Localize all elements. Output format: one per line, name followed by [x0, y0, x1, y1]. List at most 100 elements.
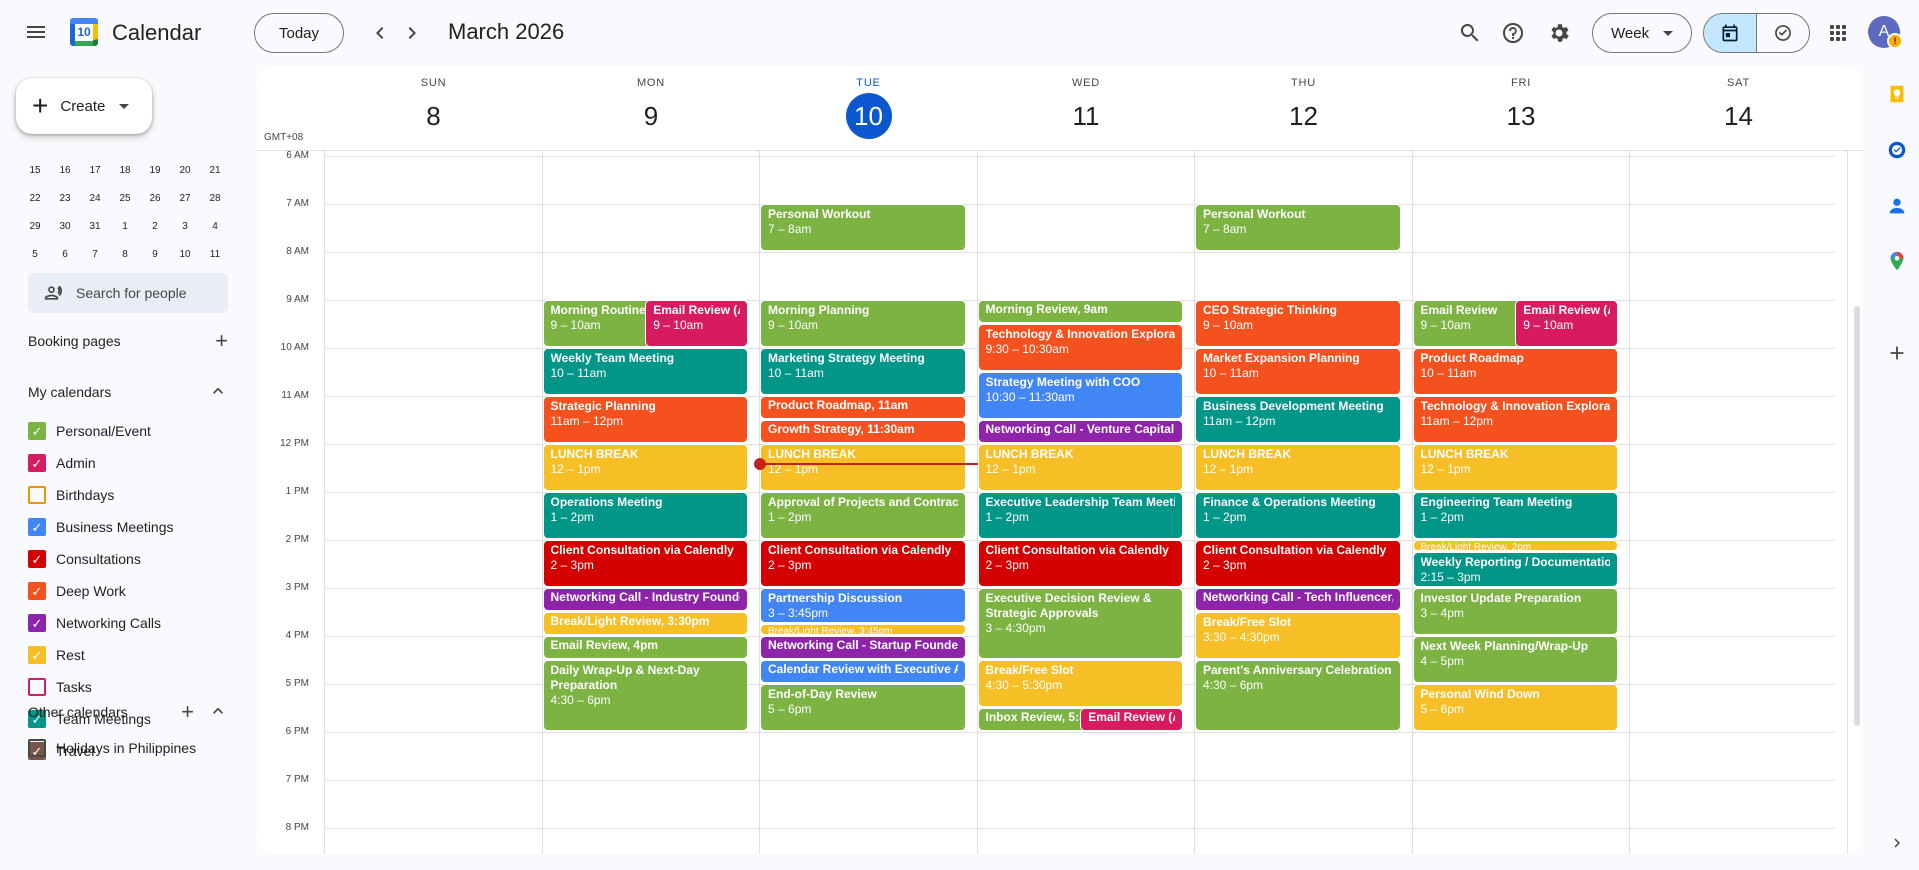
- calendar-event[interactable]: LUNCH BREAK 12 – 1pm: [977, 443, 1183, 491]
- mini-calendar-day[interactable]: 22: [20, 193, 50, 204]
- today-button[interactable]: Today: [254, 13, 344, 53]
- checkbox-icon[interactable]: [28, 678, 46, 696]
- chevron-up-icon[interactable]: [208, 381, 228, 404]
- calendar-item[interactable]: ✓ Business Meetings: [28, 515, 174, 539]
- day-number[interactable]: 13: [1498, 93, 1544, 139]
- calendar-event[interactable]: Personal Wind Down 5 – 6pm: [1412, 683, 1618, 731]
- day-number[interactable]: 10: [845, 93, 892, 139]
- expand-icon[interactable]: [1885, 831, 1909, 855]
- mini-calendar-day[interactable]: 28: [200, 193, 230, 204]
- day-header-tue[interactable]: TUE 10: [760, 66, 977, 150]
- checkbox-checked-icon[interactable]: ✓: [28, 422, 46, 440]
- mini-calendar-day[interactable]: 31: [80, 221, 110, 232]
- mini-calendar-day[interactable]: 9: [140, 249, 170, 260]
- calendar-event[interactable]: Partnership Discussion 3 – 3:45pm: [760, 587, 966, 623]
- menu-icon[interactable]: [16, 12, 56, 52]
- calendar-event[interactable]: LUNCH BREAK 12 – 1pm: [760, 443, 966, 491]
- mini-calendar-day[interactable]: 30: [50, 221, 80, 232]
- calendar-event[interactable]: Networking Call - Venture Capital G: [977, 419, 1183, 443]
- calendar-event[interactable]: CEO Strategic Thinking 9 – 10am: [1195, 299, 1401, 347]
- calendar-event[interactable]: Client Consultation via Calendly 2 – 3pm: [1195, 539, 1401, 587]
- checkbox-checked-icon[interactable]: ✓: [28, 518, 46, 536]
- calendar-event[interactable]: Email Review (Ad9 – 10am: [645, 299, 748, 347]
- day-header-mon[interactable]: MON 9: [543, 66, 760, 150]
- calendar-item[interactable]: Holidays in Philippines: [28, 736, 196, 760]
- calendar-event[interactable]: Break/Light Review, 3:45pm: [760, 623, 966, 635]
- mini-calendar-day[interactable]: 20: [170, 165, 200, 176]
- calendar-event[interactable]: Product Roadmap 10 – 11am: [1412, 347, 1618, 395]
- my-calendars-section[interactable]: My calendars: [28, 380, 228, 404]
- day-header-wed[interactable]: WED 11: [978, 66, 1195, 150]
- calendar-event[interactable]: Daily Wrap-Up & Next-Day Preparation 4:30…: [542, 659, 748, 731]
- calendar-event[interactable]: LUNCH BREAK 12 – 1pm: [1195, 443, 1401, 491]
- calendar-event[interactable]: Technology & Innovation Exploratio 9:30 –…: [977, 323, 1183, 371]
- checkbox-checked-icon[interactable]: ✓: [28, 550, 46, 568]
- people-search-input[interactable]: Search for people: [28, 273, 228, 313]
- mini-calendar-day[interactable]: 24: [80, 193, 110, 204]
- calendar-item[interactable]: ✓ Consultations: [28, 547, 141, 571]
- day-number[interactable]: 12: [1281, 93, 1327, 139]
- calendar-event[interactable]: Email Review (Ad: [1080, 707, 1183, 731]
- day-header-fri[interactable]: FRI 13: [1413, 66, 1630, 150]
- calendar-event[interactable]: Morning Planning 9 – 10am: [760, 299, 966, 347]
- other-calendars-section[interactable]: Other calendars +: [28, 699, 228, 724]
- checkbox-icon[interactable]: [28, 739, 46, 757]
- chevron-up-icon[interactable]: [208, 701, 228, 724]
- gear-icon[interactable]: [1539, 13, 1579, 53]
- create-button[interactable]: + Create: [16, 78, 152, 134]
- mini-calendar-day[interactable]: 6: [50, 249, 80, 260]
- day-number[interactable]: 14: [1716, 93, 1762, 139]
- booking-pages-section[interactable]: Booking pages +: [28, 328, 228, 354]
- mini-calendar-day[interactable]: 23: [50, 193, 80, 204]
- mini-calendar-day[interactable]: 8: [110, 249, 140, 260]
- tasks-icon[interactable]: [1885, 138, 1909, 162]
- day-number[interactable]: 9: [628, 93, 674, 139]
- day-header-sun[interactable]: SUN 8: [325, 66, 542, 150]
- add-addon-icon[interactable]: [1885, 341, 1909, 365]
- day-header-sat[interactable]: SAT 14: [1630, 66, 1847, 150]
- calendar-event[interactable]: Calendar Review with Executive As: [760, 659, 966, 683]
- calendar-event[interactable]: Marketing Strategy Meeting 10 – 11am: [760, 347, 966, 395]
- mini-calendar-day[interactable]: 16: [50, 165, 80, 176]
- calendar-event[interactable]: Next Week Planning/Wrap-Up 4 – 5pm: [1412, 635, 1618, 683]
- checkbox-checked-icon[interactable]: ✓: [28, 614, 46, 632]
- calendar-event[interactable]: End-of-Day Review 5 – 6pm: [760, 683, 966, 731]
- mini-calendar-day[interactable]: 19: [140, 165, 170, 176]
- calendar-event[interactable]: Personal Workout 7 – 8am: [760, 203, 966, 251]
- calendar-event[interactable]: Product Roadmap, 11am: [760, 395, 966, 419]
- contacts-icon[interactable]: [1885, 194, 1909, 218]
- calendar-event[interactable]: Business Development Meeting 11am – 12pm: [1195, 395, 1401, 443]
- calendar-item[interactable]: ✓ Rest: [28, 643, 85, 667]
- tasks-mode-button[interactable]: [1757, 14, 1810, 52]
- calendar-event[interactable]: Parent's Anniversary Celebration 4:30 – 6…: [1195, 659, 1401, 731]
- chevron-right-icon[interactable]: [392, 13, 432, 53]
- calendar-event[interactable]: Strategy Meeting with COO 10:30 – 11:30am: [977, 371, 1183, 419]
- calendar-event[interactable]: Client Consultation via Calendly 2 – 3pm: [542, 539, 748, 587]
- checkbox-checked-icon[interactable]: ✓: [28, 582, 46, 600]
- calendar-event[interactable]: Break/Free Slot 4:30 – 5:30pm: [977, 659, 1183, 707]
- calendar-event[interactable]: Client Consultation via Calendly 2 – 3pm: [760, 539, 966, 587]
- calendar-item[interactable]: ✓ Admin: [28, 451, 96, 475]
- checkbox-checked-icon[interactable]: ✓: [28, 646, 46, 664]
- add-booking-page-icon[interactable]: +: [215, 328, 228, 354]
- calendar-event[interactable]: Investor Update Preparation 3 – 4pm: [1412, 587, 1618, 635]
- calendar-event[interactable]: LUNCH BREAK 12 – 1pm: [1412, 443, 1618, 491]
- mini-calendar-day[interactable]: 7: [80, 249, 110, 260]
- mini-calendar-day[interactable]: 17: [80, 165, 110, 176]
- mini-calendar-day[interactable]: 15: [20, 165, 50, 176]
- calendar-event[interactable]: Weekly Reporting / Documentation 2:15 – 3…: [1412, 551, 1618, 587]
- calendar-item[interactable]: ✓ Personal/Event: [28, 419, 151, 443]
- calendar-item[interactable]: ✓ Deep Work: [28, 579, 126, 603]
- calendar-event[interactable]: Break/Light Review, 2pm: [1412, 539, 1618, 551]
- mini-calendar-day[interactable]: 29: [20, 221, 50, 232]
- calendar-event[interactable]: Networking Call - Tech Influencer,: [1195, 587, 1401, 611]
- calendar-item[interactable]: Birthdays: [28, 483, 114, 507]
- mini-calendar-day[interactable]: 26: [140, 193, 170, 204]
- calendar-event[interactable]: Email Review, 4pm: [542, 635, 748, 659]
- calendar-event[interactable]: Personal Workout 7 – 8am: [1195, 203, 1401, 251]
- calendar-event[interactable]: Morning Review, 9am: [977, 299, 1183, 323]
- calendar-event[interactable]: Technology & Innovation Exploratio 11am –…: [1412, 395, 1618, 443]
- calendar-event[interactable]: Break/Light Review, 3:30pm: [542, 611, 748, 635]
- mini-calendar-day[interactable]: 1: [110, 221, 140, 232]
- mini-calendar-day[interactable]: 3: [170, 221, 200, 232]
